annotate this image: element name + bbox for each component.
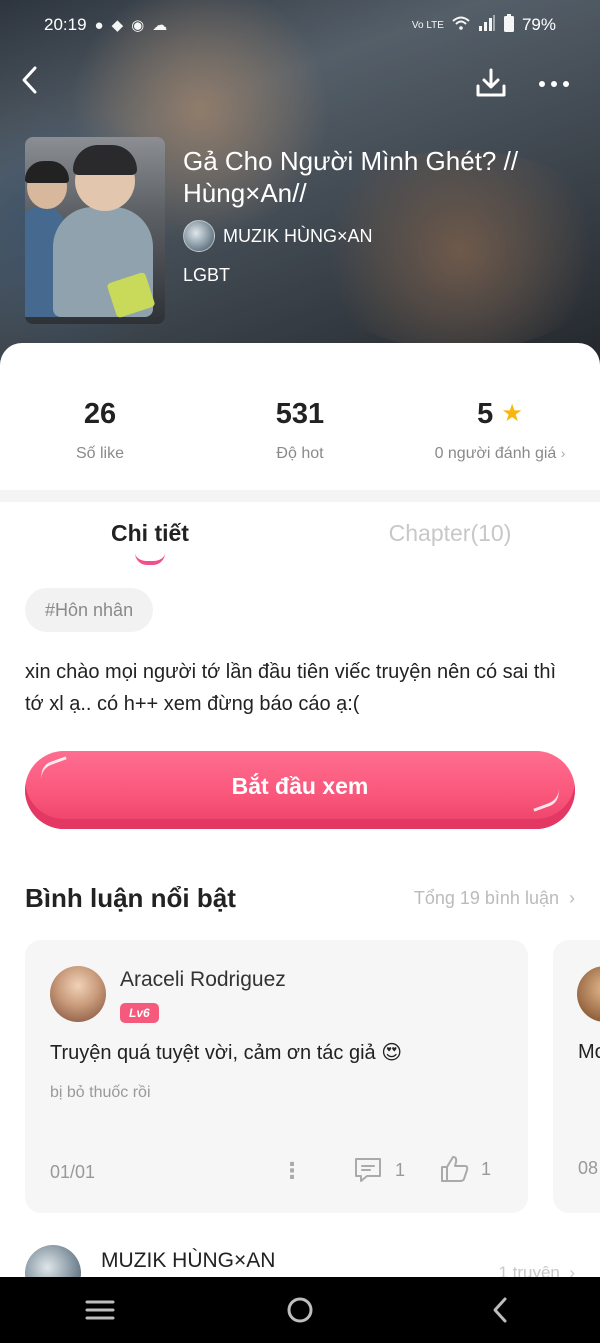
status-time: 20:19 bbox=[44, 15, 87, 34]
commenter-avatar[interactable] bbox=[50, 966, 106, 1022]
download-button[interactable] bbox=[474, 66, 514, 106]
likes-value: 26 bbox=[83, 398, 117, 430]
nav-back-button[interactable] bbox=[470, 1285, 530, 1335]
author-avatar bbox=[183, 220, 215, 252]
comments-title: Bình luận nổi bật bbox=[25, 883, 236, 913]
rating-value: 5 bbox=[477, 398, 494, 430]
chevron-left-icon bbox=[493, 1297, 507, 1323]
thumbs-up-icon bbox=[441, 1156, 469, 1182]
stats-row: 26 Số like 531 Độ hot 5 ★ 0 người đánh g… bbox=[0, 395, 600, 463]
reply-button[interactable]: 1 bbox=[353, 1156, 405, 1184]
tab-chapter[interactable]: Chapter(10) bbox=[300, 513, 600, 553]
tab-bar: Chi tiết Chapter(10) bbox=[0, 513, 600, 569]
comment-date: 01/01 bbox=[50, 1162, 96, 1182]
hot-value: 531 bbox=[275, 398, 325, 430]
brand-icon: ◉ bbox=[131, 17, 145, 34]
chevron-right-icon: › bbox=[564, 888, 575, 908]
comment-card[interactable]: Mo ac me 08 bbox=[553, 940, 600, 1213]
top-bar bbox=[0, 56, 600, 116]
story-author[interactable]: MUZIK HÙNG×AN bbox=[183, 220, 373, 252]
battery-percent: 79% bbox=[521, 15, 556, 34]
chevron-right-icon: › bbox=[560, 445, 566, 461]
stat-hot: 531 Độ hot bbox=[200, 395, 400, 463]
comment-icon bbox=[355, 1158, 381, 1182]
active-tab-indicator bbox=[135, 553, 165, 565]
reply-count: 1 bbox=[395, 1159, 406, 1180]
rating-label: 0 người đánh giá bbox=[434, 445, 557, 462]
comment-chapter-ref: bị bỏ thuốc rồi bbox=[50, 1084, 151, 1101]
stat-rating[interactable]: 5 ★ 0 người đánh giá › bbox=[400, 395, 600, 463]
volte-icon: Vo LTE bbox=[411, 19, 444, 31]
comments-total: Tổng 19 bình luận bbox=[413, 888, 559, 908]
comment-menu-button[interactable]: ⋮ bbox=[281, 1154, 303, 1188]
stat-likes: 26 Số like bbox=[0, 395, 200, 463]
author-name: MUZIK HÙNG×AN bbox=[223, 225, 373, 246]
comment-text: Mo ac me bbox=[578, 1041, 600, 1063]
more-options-button[interactable] bbox=[536, 66, 576, 106]
start-reading-button[interactable]: Bắt đầu xem bbox=[25, 751, 575, 829]
commenter-avatar[interactable] bbox=[577, 966, 600, 1022]
level-badge: Lv6 bbox=[120, 1003, 159, 1023]
like-button[interactable]: 1 bbox=[439, 1154, 491, 1184]
story-title: Gả Cho Người Mình Ghét? // Hùng×An// bbox=[183, 146, 519, 208]
signal-icon bbox=[478, 15, 496, 35]
home-button[interactable] bbox=[270, 1285, 330, 1335]
back-button[interactable] bbox=[20, 64, 50, 104]
section-divider bbox=[0, 490, 600, 502]
more-dots-icon bbox=[539, 81, 569, 87]
star-icon: ★ bbox=[501, 400, 523, 427]
story-cover-image bbox=[25, 137, 165, 324]
wifi-icon bbox=[452, 16, 470, 34]
commenter-name: Araceli Rodriguez bbox=[120, 968, 286, 991]
home-circle-icon bbox=[287, 1297, 313, 1323]
like-count: 1 bbox=[481, 1158, 492, 1179]
comments-header: Bình luận nổi bật Tổng 19 bình luận › bbox=[25, 883, 575, 914]
start-reading-label: Bắt đầu xem bbox=[231, 773, 369, 799]
content-panel: 26 Số like 531 Độ hot 5 ★ 0 người đánh g… bbox=[0, 343, 600, 1343]
chevron-left-icon bbox=[22, 66, 37, 94]
story-detail-screen: 20:19 ● ◆ ◉ ☁ Vo LTE 79% Gả Cho Người Mì… bbox=[0, 0, 600, 1343]
chat-bubble-icon: ● bbox=[94, 16, 104, 34]
download-icon bbox=[476, 68, 506, 97]
status-bar: 20:19 ● ◆ ◉ ☁ Vo LTE 79% bbox=[0, 0, 600, 50]
notification-icon: ◆ bbox=[111, 17, 124, 34]
all-comments-link[interactable]: Tổng 19 bình luận › bbox=[414, 888, 575, 909]
tab-detail[interactable]: Chi tiết bbox=[0, 513, 300, 553]
tag-chip[interactable]: #Hôn nhân bbox=[25, 588, 154, 632]
cloud-icon: ☁ bbox=[152, 17, 168, 34]
author-name: MUZIK HÙNG×AN bbox=[101, 1249, 276, 1272]
story-genre[interactable]: LGBT bbox=[183, 265, 230, 286]
comment-date: 08 bbox=[578, 1158, 599, 1178]
comment-text: Truyện quá tuyệt vời, cảm ơn tác giả 😍 bbox=[50, 1042, 403, 1064]
comment-card[interactable]: Araceli Rodriguez Lv6 Truyện quá tuyệt v… bbox=[25, 940, 528, 1213]
story-description: xin chào mọi người tớ lần đầu tiên viếc … bbox=[25, 661, 557, 715]
likes-label: Số like bbox=[75, 445, 125, 462]
recent-apps-button[interactable] bbox=[70, 1285, 130, 1335]
system-nav-bar bbox=[0, 1277, 600, 1343]
hot-label: Độ hot bbox=[276, 445, 324, 462]
battery-icon bbox=[503, 14, 514, 36]
menu-lines-icon bbox=[85, 1300, 115, 1320]
